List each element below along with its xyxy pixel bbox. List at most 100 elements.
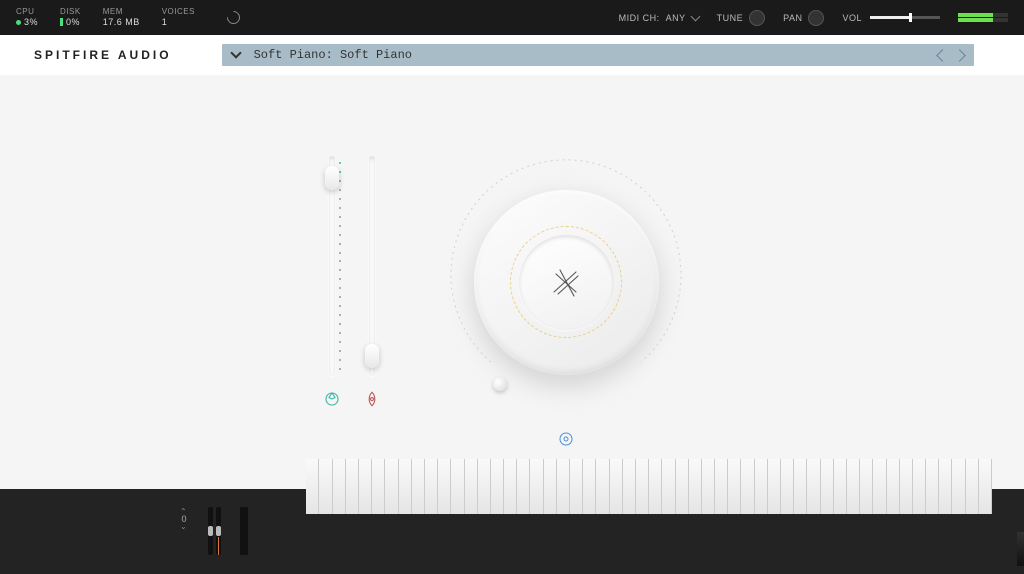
voices-label: VOICES: [162, 7, 195, 17]
white-key[interactable]: [438, 459, 451, 514]
white-key[interactable]: [570, 459, 583, 514]
cpu-indicator-icon: [16, 20, 21, 25]
white-key[interactable]: [583, 459, 596, 514]
white-key[interactable]: [715, 459, 728, 514]
tune-knob[interactable]: [749, 10, 765, 26]
white-key[interactable]: [359, 459, 372, 514]
preset-selector[interactable]: Soft Piano: Soft Piano: [222, 44, 974, 66]
dynamics-thumb[interactable]: [365, 344, 379, 368]
right-controls: MIDI CH: ANY TUNE PAN VOL: [619, 10, 1008, 26]
reverb-icon[interactable]: [558, 431, 574, 447]
white-key[interactable]: [952, 459, 965, 514]
expression-slider[interactable]: [323, 156, 341, 408]
vol-control: VOL: [842, 13, 940, 23]
disk-label: DISK: [60, 7, 81, 17]
white-key[interactable]: [504, 459, 517, 514]
octave-control: ⌃ 0 ⌄: [180, 509, 188, 529]
white-key[interactable]: [900, 459, 913, 514]
white-key[interactable]: [887, 459, 900, 514]
preset-next-icon[interactable]: [953, 49, 966, 62]
white-key[interactable]: [926, 459, 939, 514]
pan-label: PAN: [783, 13, 802, 23]
white-key[interactable]: [939, 459, 952, 514]
pan-control: PAN: [783, 10, 824, 26]
white-key[interactable]: [372, 459, 385, 514]
white-key[interactable]: [333, 459, 346, 514]
white-key[interactable]: [346, 459, 359, 514]
tune-control: TUNE: [717, 10, 766, 26]
white-key[interactable]: [807, 459, 820, 514]
expression-thumb[interactable]: [325, 166, 339, 190]
preset-prev-icon[interactable]: [936, 49, 949, 62]
white-key[interactable]: [860, 459, 873, 514]
white-key[interactable]: [385, 459, 398, 514]
white-key[interactable]: [702, 459, 715, 514]
white-key[interactable]: [636, 459, 649, 514]
dial-handle[interactable]: [493, 377, 507, 391]
white-key[interactable]: [821, 459, 834, 514]
volume-slider[interactable]: [870, 16, 940, 19]
white-key[interactable]: [544, 459, 557, 514]
white-key[interactable]: [847, 459, 860, 514]
header-row: SPITFIRE AUDIO Soft Piano: Soft Piano: [0, 35, 1024, 75]
keyboard-section: ⌃ 0 ⌄: [0, 489, 1024, 574]
voices-value: 1: [162, 17, 168, 28]
white-key[interactable]: [794, 459, 807, 514]
white-key[interactable]: [768, 459, 781, 514]
cpu-label: CPU: [16, 7, 38, 17]
white-key[interactable]: [412, 459, 425, 514]
white-key[interactable]: [834, 459, 847, 514]
mem-stat: MEM 17.6 MB: [103, 7, 140, 27]
white-key[interactable]: [491, 459, 504, 514]
white-key[interactable]: [306, 459, 319, 514]
black-key[interactable]: [1017, 532, 1024, 566]
pitch-wheel[interactable]: [208, 507, 213, 555]
chevron-down-icon: [690, 11, 700, 21]
white-key[interactable]: [623, 459, 636, 514]
mod-wheel[interactable]: [216, 507, 221, 555]
white-key[interactable]: [755, 459, 768, 514]
white-key[interactable]: [979, 459, 992, 514]
keyboard-level-meter: [240, 507, 248, 555]
white-key[interactable]: [662, 459, 675, 514]
reverb-dial[interactable]: [431, 147, 701, 417]
white-key[interactable]: [517, 459, 530, 514]
white-key[interactable]: [689, 459, 702, 514]
white-key[interactable]: [478, 459, 491, 514]
white-key[interactable]: [676, 459, 689, 514]
pan-knob[interactable]: [808, 10, 824, 26]
dial-ring: [510, 226, 622, 338]
white-key[interactable]: [966, 459, 979, 514]
dynamics-icon[interactable]: [363, 390, 381, 408]
white-key[interactable]: [649, 459, 662, 514]
voices-stat: VOICES 1: [162, 7, 195, 27]
dynamics-slider[interactable]: [363, 156, 381, 408]
white-key[interactable]: [319, 459, 332, 514]
white-key[interactable]: [781, 459, 794, 514]
cpu-stat: CPU 3%: [16, 7, 38, 27]
white-key[interactable]: [873, 459, 886, 514]
white-key[interactable]: [425, 459, 438, 514]
white-key[interactable]: [399, 459, 412, 514]
white-key[interactable]: [465, 459, 478, 514]
midi-value: ANY: [666, 13, 686, 23]
disk-indicator-icon: [60, 18, 63, 26]
white-key[interactable]: [530, 459, 543, 514]
white-key[interactable]: [451, 459, 464, 514]
white-key[interactable]: [610, 459, 623, 514]
white-key[interactable]: [557, 459, 570, 514]
white-key[interactable]: [596, 459, 609, 514]
white-key[interactable]: [741, 459, 754, 514]
octave-down-icon[interactable]: ⌄: [180, 524, 188, 529]
brand-logo: SPITFIRE AUDIO: [34, 48, 172, 62]
tune-label: TUNE: [717, 13, 744, 23]
midi-channel-select[interactable]: MIDI CH: ANY: [619, 13, 699, 23]
disk-value: 0%: [66, 17, 80, 28]
white-key[interactable]: [913, 459, 926, 514]
mod-wheels: [208, 507, 221, 555]
main-panel: [0, 75, 1024, 489]
expression-icon[interactable]: [323, 390, 341, 408]
refresh-icon[interactable]: [224, 8, 242, 26]
white-key[interactable]: [728, 459, 741, 514]
preset-dropdown-icon[interactable]: [230, 47, 241, 58]
